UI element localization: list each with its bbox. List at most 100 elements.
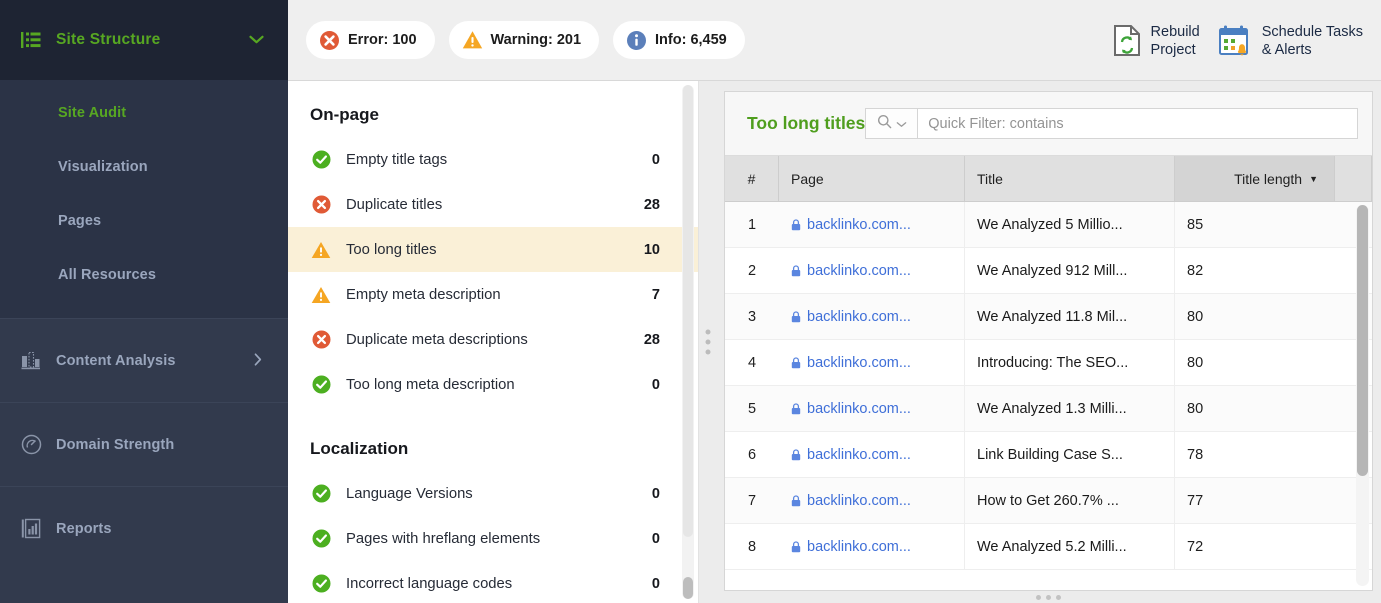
table-row[interactable]: 4 backlinko.com... Introducing: The SEO.… [725,340,1372,386]
info-count-pill[interactable]: Info: 6,459 [613,21,745,59]
row-page-cell[interactable]: backlinko.com... [779,432,965,477]
table-row[interactable]: 5 backlinko.com... We Analyzed 1.3 Milli… [725,386,1372,432]
sort-desc-icon: ▼ [1309,173,1318,184]
bottom-splitter[interactable] [724,591,1373,603]
rebuild-project-button[interactable]: Rebuild Project [1112,23,1200,59]
sidebar-header-site-structure[interactable]: Site Structure [0,0,288,80]
scrollbar-thumb[interactable] [683,577,693,599]
section-title-on-page: On-page [310,105,379,124]
sidebar-item-site-audit[interactable]: Site Audit [0,86,288,140]
page-link[interactable]: backlinko.com... [791,493,911,509]
lock-icon [791,494,801,507]
sidebar-header-label: Site Structure [56,31,161,48]
check-row-empty-title-tags[interactable]: Empty title tags 0 [288,137,698,182]
row-page-cell[interactable]: backlinko.com... [779,202,965,247]
sidebar-item-label: Domain Strength [56,436,175,453]
row-page-cell[interactable]: backlinko.com... [779,248,965,293]
status-ok-icon [310,375,332,394]
page-link-label: backlinko.com... [807,216,911,233]
sidebar-item-content-analysis[interactable]: Content Analysis [0,318,288,402]
table-row[interactable]: 7 backlinko.com... How to Get 260.7% ...… [725,478,1372,524]
page-link[interactable]: backlinko.com... [791,447,911,463]
warning-count-pill[interactable]: Warning: 201 [448,21,600,59]
check-value: 0 [651,376,660,393]
table-header-bar: Too long titles [725,92,1372,156]
schedule-tasks-button[interactable]: Schedule Tasks & Alerts [1218,23,1363,59]
check-label: Duplicate meta descriptions [346,331,528,348]
page-link-label: backlinko.com... [807,262,911,279]
status-ok-icon [310,150,332,169]
table-row[interactable]: 8 backlinko.com... We Analyzed 5.2 Milli… [725,524,1372,570]
grid-header-row: # Page Title Title length ▼ [725,156,1372,202]
checks-panel-scrollbar[interactable] [682,85,694,599]
lock-icon [791,264,801,277]
row-page-cell[interactable]: backlinko.com... [779,478,965,523]
splitter-dot [705,339,710,345]
chevron-down-icon[interactable] [249,31,264,49]
check-row-language-versions[interactable]: Language Versions 0 [288,471,698,516]
scrollbar-track [683,85,693,538]
table-panel: Too long titles Quick Filter: contains #… [716,81,1381,603]
content-analysis-icon [20,350,42,372]
page-link[interactable]: backlinko.com... [791,401,911,417]
page-link[interactable]: backlinko.com... [791,539,911,555]
check-label: Pages with hreflang elements [346,530,541,547]
row-page-cell[interactable]: backlinko.com... [779,340,965,385]
sidebar-item-pages[interactable]: Pages [0,194,288,248]
column-header-title-length[interactable]: Title length ▼ [1175,156,1335,201]
table-row[interactable]: 1 backlinko.com... We Analyzed 5 Millio.… [725,202,1372,248]
sidebar-item-domain-strength[interactable]: Domain Strength [0,402,288,486]
check-row-too-long-titles[interactable]: Too long titles 10 [288,227,698,272]
row-index: 4 [747,354,757,371]
page-link[interactable]: backlinko.com... [791,263,911,279]
row-title-length-cell: 78 [1187,446,1204,463]
check-row-duplicate-titles[interactable]: Duplicate titles 28 [288,182,698,227]
check-value: 0 [651,485,660,502]
table-row[interactable]: 6 backlinko.com... Link Building Case S.… [725,432,1372,478]
check-row-too-long-meta-description[interactable]: Too long meta description 0 [288,362,698,407]
sidebar-item-reports[interactable]: Reports [0,486,288,570]
row-page-cell[interactable]: backlinko.com... [779,386,965,431]
row-title-cell: We Analyzed 1.3 Milli... [965,386,1175,431]
quick-filter-mode-button[interactable] [865,108,918,139]
row-title-length-cell: 77 [1187,492,1204,509]
column-header-page[interactable]: Page [779,156,965,201]
page-link[interactable]: backlinko.com... [791,217,911,233]
table-row[interactable]: 3 backlinko.com... We Analyzed 11.8 Mil.… [725,294,1372,340]
row-index: 5 [747,400,757,417]
page-link-label: backlinko.com... [807,492,911,509]
splitter-handle[interactable] [705,329,710,355]
splitter-dot [1036,594,1041,600]
grid-scrollbar-thumb[interactable] [1357,205,1368,476]
sidebar-item-visualization[interactable]: Visualization [0,140,288,194]
lock-icon [791,310,801,323]
column-header-title[interactable]: Title [965,156,1175,201]
sidebar-item-all-resources[interactable]: All Resources [0,248,288,302]
table-title: Too long titles [747,113,866,133]
row-title-length-cell: 72 [1187,538,1204,555]
column-header-num[interactable]: # [725,156,779,201]
page-link[interactable]: backlinko.com... [791,309,911,325]
page-link[interactable]: backlinko.com... [791,355,911,371]
warning-count-label: Warning: 201 [490,32,582,48]
check-value: 28 [643,196,660,213]
audit-checks-list: On-page Empty title tags 0 Duplicate tit… [288,81,698,603]
table-row[interactable]: 2 backlinko.com... We Analyzed 912 Mill.… [725,248,1372,294]
search-icon [877,114,892,134]
panel-splitter[interactable] [698,81,716,603]
check-row-incorrect-language-codes[interactable]: Incorrect language codes 0 [288,561,698,603]
check-row-pages-with-hreflang-elements[interactable]: Pages with hreflang elements 0 [288,516,698,561]
error-count-pill[interactable]: Error: 100 [306,21,435,59]
status-ok-icon [310,529,332,548]
grid-scrollbar[interactable] [1356,205,1369,586]
chevron-right-icon[interactable] [254,352,262,369]
quick-filter-input[interactable] [917,108,1358,139]
row-page-cell[interactable]: backlinko.com... [779,294,965,339]
sidebar-item-label: Visualization [58,159,148,175]
check-row-duplicate-meta-descriptions[interactable]: Duplicate meta descriptions 28 [288,317,698,362]
check-row-empty-meta-description[interactable]: Empty meta description 7 [288,272,698,317]
lock-icon [791,218,801,231]
check-value: 0 [651,575,660,592]
row-title-cell: We Analyzed 5.2 Milli... [965,524,1175,569]
row-page-cell[interactable]: backlinko.com... [779,524,965,569]
